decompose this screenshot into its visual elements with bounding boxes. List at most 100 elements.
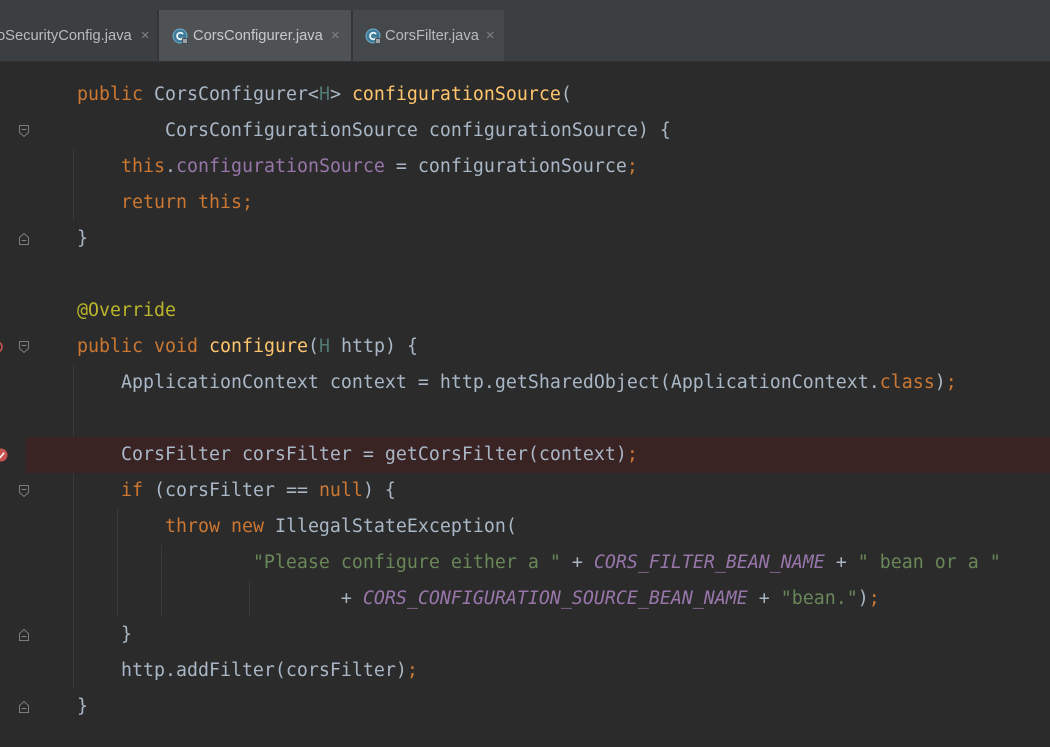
editor-gutter[interactable] xyxy=(0,62,30,747)
code-token: return xyxy=(120,192,187,213)
code-token: + xyxy=(33,588,363,609)
code-token: CorsFilter corsFilter = getCorsFilter(co… xyxy=(33,444,627,465)
code-line[interactable]: @Override xyxy=(33,293,1033,329)
code-text-area[interactable]: public CorsConfigurer<H> configurationSo… xyxy=(33,77,1033,725)
code-token: @Override xyxy=(77,300,176,321)
code-token: . xyxy=(164,156,176,177)
code-line[interactable]: this.configurationSource = configuration… xyxy=(33,149,1033,185)
editor-tab-bar: oSecurityConfig.java × CorsConfigurer.ja… xyxy=(0,0,1050,62)
code-token: ; xyxy=(945,372,957,393)
code-token: ; xyxy=(406,660,418,681)
tab-cors-configurer[interactable]: CorsConfigurer.java × xyxy=(159,10,351,61)
tab-security-config[interactable]: oSecurityConfig.java × xyxy=(0,10,157,61)
code-token: throw xyxy=(164,516,220,537)
code-token: H xyxy=(318,336,330,357)
code-token: } xyxy=(33,624,132,645)
ide-window: oSecurityConfig.java × CorsConfigurer.ja… xyxy=(0,0,1050,747)
code-token: ) xyxy=(934,372,946,393)
code-line[interactable]: public void configure(H http) { xyxy=(33,329,1033,365)
code-token: CorsConfigurer< xyxy=(142,84,319,105)
code-token: public xyxy=(77,84,143,105)
code-token: } xyxy=(33,696,88,717)
code-token: http.addFilter(corsFilter) xyxy=(33,660,407,681)
code-token: ; xyxy=(626,444,638,465)
code-line[interactable]: ApplicationContext context = http.getSha… xyxy=(33,365,1033,401)
code-line[interactable] xyxy=(33,257,1033,293)
fold-end-icon[interactable] xyxy=(17,700,31,714)
override-method-icon[interactable] xyxy=(0,340,4,354)
code-line[interactable]: "Please configure either a " + CORS_FILT… xyxy=(33,545,1033,581)
code-line[interactable]: http.addFilter(corsFilter); xyxy=(33,653,1033,689)
code-token: CorsConfigurationSource configurationSou… xyxy=(33,120,671,141)
code-line[interactable]: throw new IllegalStateException( xyxy=(33,509,1033,545)
tab-label: oSecurityConfig.java xyxy=(0,27,132,44)
code-line[interactable] xyxy=(33,401,1033,437)
close-icon[interactable]: × xyxy=(331,28,340,43)
tab-label: CorsFilter.java xyxy=(385,27,479,44)
fold-collapse-icon[interactable] xyxy=(17,124,31,138)
code-token: this xyxy=(197,192,242,213)
code-token: if xyxy=(120,480,143,501)
code-token: ( xyxy=(560,84,572,105)
code-token: configurationSource xyxy=(351,84,561,105)
code-line[interactable]: if (corsFilter == null) { xyxy=(33,473,1033,509)
code-token: "bean." xyxy=(780,588,858,609)
java-class-icon xyxy=(172,28,188,44)
java-class-icon xyxy=(365,28,381,44)
breakpoint-icon[interactable] xyxy=(0,448,8,462)
code-token: + xyxy=(824,552,858,573)
code-token: H xyxy=(318,84,330,105)
tab-cors-filter[interactable]: CorsFilter.java × xyxy=(353,10,504,61)
code-token: CORS_FILTER_BEAN_NAME xyxy=(593,552,825,573)
code-token: new xyxy=(230,516,264,537)
code-token: + xyxy=(560,552,594,573)
code-line[interactable]: + CORS_CONFIGURATION_SOURCE_BEAN_NAME + … xyxy=(33,581,1033,617)
code-token: } xyxy=(33,228,88,249)
code-token: + xyxy=(747,588,781,609)
code-token: http) { xyxy=(329,336,418,357)
code-line[interactable]: } xyxy=(33,689,1033,725)
code-editor[interactable]: public CorsConfigurer<H> configurationSo… xyxy=(0,62,1050,747)
code-token: this xyxy=(120,156,165,177)
code-token: ) { xyxy=(362,480,396,501)
code-line[interactable]: return this; xyxy=(33,185,1033,221)
code-token: = configurationSource xyxy=(384,156,627,177)
code-line[interactable]: } xyxy=(33,221,1033,257)
code-token: ( xyxy=(307,336,319,357)
fold-end-icon[interactable] xyxy=(17,232,31,246)
code-token: configure xyxy=(208,336,308,357)
code-token: " bean or a " xyxy=(857,552,1001,573)
fold-end-icon[interactable] xyxy=(17,628,31,642)
close-icon[interactable]: × xyxy=(141,28,150,43)
close-icon[interactable]: × xyxy=(486,28,495,43)
code-line[interactable]: public CorsConfigurer<H> configurationSo… xyxy=(33,77,1033,113)
code-token: class xyxy=(879,372,935,393)
code-line[interactable]: } xyxy=(33,617,1033,653)
code-token: void xyxy=(153,336,198,357)
code-token: ; xyxy=(241,192,253,213)
tab-label: CorsConfigurer.java xyxy=(193,27,323,44)
fold-collapse-icon[interactable] xyxy=(17,340,31,354)
code-token: ; xyxy=(868,588,880,609)
code-line-breakpoint[interactable]: CorsFilter corsFilter = getCorsFilter(co… xyxy=(33,437,1033,473)
code-token: ) xyxy=(857,588,869,609)
fold-collapse-icon[interactable] xyxy=(17,484,31,498)
code-token: configurationSource xyxy=(175,156,385,177)
code-line[interactable]: CorsConfigurationSource configurationSou… xyxy=(33,113,1033,149)
code-token: null xyxy=(318,480,363,501)
code-token: ApplicationContext context = http.getSha… xyxy=(33,372,880,393)
code-token: CORS_CONFIGURATION_SOURCE_BEAN_NAME xyxy=(362,588,748,609)
code-token: (corsFilter == xyxy=(142,480,319,501)
